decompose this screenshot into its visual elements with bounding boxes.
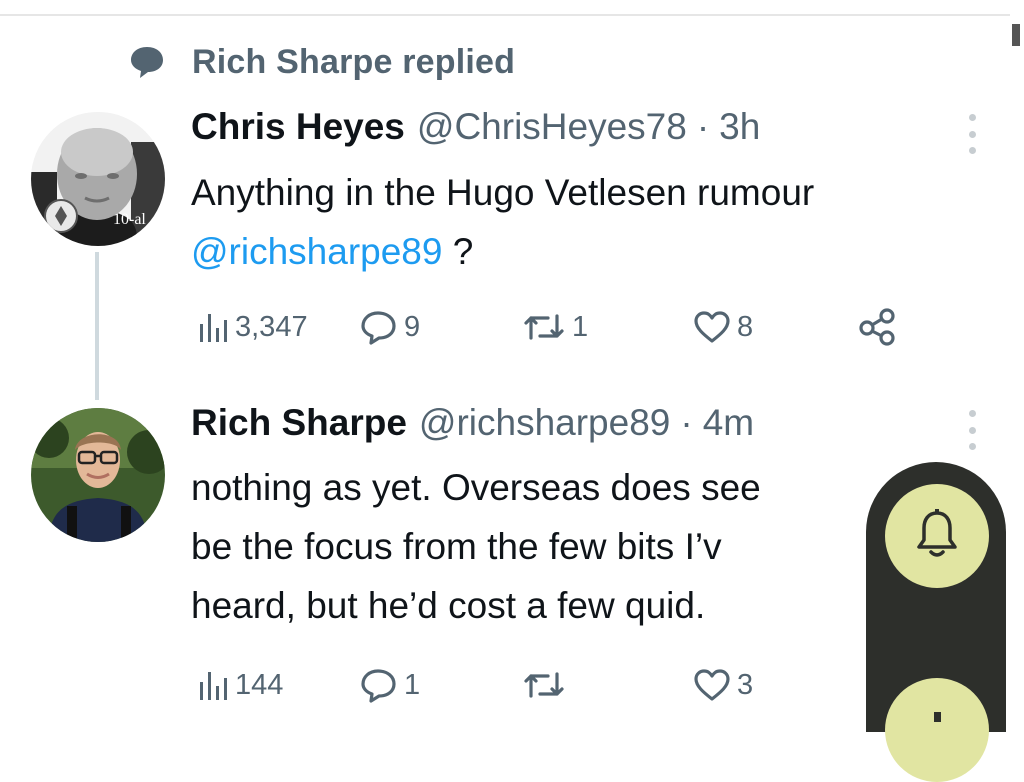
- speech-bubble-icon: [128, 44, 166, 80]
- mention-link[interactable]: @richsharpe89: [191, 231, 442, 272]
- separator-dot: ·: [680, 402, 693, 443]
- retweet-count: 1: [572, 310, 589, 343]
- views-count: 144: [235, 668, 284, 701]
- notification-button[interactable]: [885, 484, 989, 588]
- more-options-icon[interactable]: [962, 114, 982, 154]
- avatar[interactable]: 10-al: [31, 112, 165, 246]
- social-context: Rich Sharpe replied: [128, 40, 515, 84]
- reply-count: 9: [404, 310, 421, 343]
- like-count: 3: [737, 668, 754, 701]
- heart-icon: [693, 310, 731, 344]
- avatar[interactable]: [31, 408, 165, 542]
- author-handle[interactable]: @ChrisHeyes78: [417, 106, 687, 148]
- author-handle[interactable]: @richsharpe89: [419, 402, 670, 444]
- tweet-timestamp[interactable]: 3h: [719, 106, 760, 148]
- retweet-button[interactable]: [522, 665, 572, 705]
- reply-count: 1: [404, 668, 421, 701]
- views-button[interactable]: 3,347: [197, 307, 308, 347]
- analytics-icon: [197, 310, 229, 344]
- reply-button[interactable]: 1: [360, 665, 420, 705]
- tweet-header: Rich Sharpe @richsharpe89 · 4m: [191, 402, 754, 454]
- bell-icon: [914, 508, 960, 565]
- social-context-label: Rich Sharpe replied: [192, 42, 516, 81]
- reply-icon: [360, 309, 398, 345]
- secondary-floating-button[interactable]: [885, 678, 989, 782]
- thread-line: [95, 252, 99, 400]
- tweet-text-line: @richsharpe89 ?: [191, 222, 991, 281]
- retweet-icon: [522, 668, 566, 702]
- views-count: 3,347: [235, 310, 308, 343]
- reply-icon: [360, 667, 398, 703]
- share-icon: [858, 307, 898, 347]
- author-name[interactable]: Chris Heyes: [191, 106, 405, 148]
- retweet-button[interactable]: 1: [522, 307, 588, 347]
- more-options-icon[interactable]: [962, 410, 982, 450]
- tweet-timestamp[interactable]: 4m: [703, 402, 754, 444]
- retweet-icon: [522, 310, 566, 344]
- reply-button[interactable]: 9: [360, 307, 420, 347]
- heart-icon: [693, 668, 731, 702]
- top-divider: [0, 14, 1010, 16]
- tweet-text-tail: ?: [442, 231, 474, 272]
- share-button[interactable]: [858, 307, 898, 347]
- scrollbar-thumb[interactable]: [1012, 24, 1020, 46]
- author-name[interactable]: Rich Sharpe: [191, 402, 407, 444]
- tweet-text-line: Anything in the Hugo Vetlesen rumour: [191, 172, 815, 213]
- like-count: 8: [737, 310, 754, 343]
- tweet-text: Anything in the Hugo Vetlesen rumour @ri…: [191, 163, 991, 281]
- like-button[interactable]: 3: [693, 665, 753, 705]
- tweet-header: Chris Heyes @ChrisHeyes78 · 3h: [191, 106, 760, 158]
- avatar-badge-text: 10-al: [113, 211, 146, 228]
- analytics-icon: [197, 668, 229, 702]
- separator-dot: ·: [696, 106, 710, 147]
- views-button[interactable]: 144: [197, 665, 283, 705]
- like-button[interactable]: 8: [693, 307, 753, 347]
